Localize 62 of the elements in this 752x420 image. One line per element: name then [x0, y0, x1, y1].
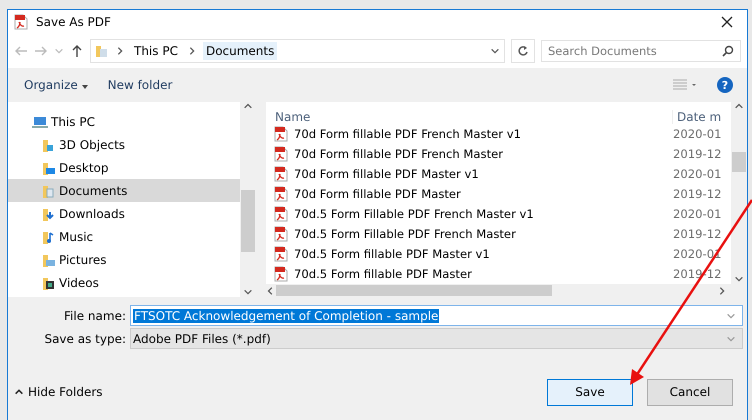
scroll-thumb[interactable] [241, 190, 255, 252]
file-item[interactable]: 70d Form fillable PDF Master [266, 186, 673, 202]
up-button[interactable] [70, 44, 84, 58]
folder-icon [95, 44, 109, 58]
file-item[interactable]: 70d Form fillable PDF Master v1 [266, 166, 673, 182]
refresh-button[interactable] [511, 39, 535, 63]
chevron-up-icon [14, 387, 24, 397]
file-item[interactable]: 70d.5 Form Fillable PDF French Master v1 [266, 206, 673, 222]
breadcrumb-item[interactable]: Documents [202, 42, 278, 60]
column-header[interactable]: Name [266, 110, 672, 124]
folder-tree-item[interactable]: Documents [8, 179, 240, 202]
file-item[interactable]: 70d.5 Form fillable PDF Master v1 [266, 246, 673, 262]
refresh-icon [517, 45, 529, 57]
breadcrumb-item[interactable]: This PC [131, 42, 181, 60]
pdf-file-icon [274, 126, 288, 142]
file-type-dropdown[interactable]: Adobe PDF Files (*.pdf) [130, 328, 743, 349]
hide-folders-button[interactable]: Hide Folders [14, 385, 103, 399]
field-label: File name: [63, 308, 127, 322]
file-item[interactable]: 70d.5 Form fillable PDF Master [266, 266, 673, 282]
pdf-file-icon [274, 166, 288, 182]
folder-tree-item[interactable]: Downloads [8, 202, 240, 225]
scroll-thumb[interactable] [732, 152, 746, 172]
pdf-file-icon [274, 206, 288, 222]
folder-tree-item[interactable]: This PC [8, 110, 240, 133]
scrollbar[interactable] [266, 284, 747, 297]
pdf-file-icon [274, 186, 288, 202]
caret-icon [82, 85, 88, 89]
save-button[interactable]: Save [547, 378, 633, 406]
pdf-file-icon [274, 246, 288, 262]
help-button[interactable]: ? [717, 77, 733, 93]
table-cell-text: 2019-12 [673, 187, 722, 201]
scroll-thumb[interactable] [276, 285, 552, 296]
file-item[interactable]: 70d Form fillable PDF French Master [266, 146, 673, 162]
scroll-right-icon[interactable] [717, 286, 727, 296]
table-cell-text: 2020-01 [673, 127, 722, 141]
table-cell-text: 2020-01 [673, 207, 722, 221]
scroll-down-icon[interactable] [734, 274, 744, 284]
cancel-button[interactable]: Cancel [647, 378, 733, 406]
folder-tree-item[interactable]: 3D Objects [8, 133, 240, 156]
file-item[interactable]: 70d Form fillable PDF French Master v1 [266, 126, 673, 142]
window-title: Save As PDF [36, 15, 112, 29]
file-item[interactable]: 70d.5 Form Fillable PDF French Master [266, 226, 673, 242]
search-icon [722, 45, 734, 57]
pdf-file-icon [14, 14, 28, 30]
pdf-file-icon [274, 226, 288, 242]
scroll-down-icon[interactable] [243, 287, 253, 297]
table-cell-text: 2020-01 [673, 167, 722, 181]
folder-tree-item[interactable]: Desktop [8, 156, 240, 179]
search-field[interactable]: Search Documents [541, 40, 741, 62]
address-bar[interactable]: This PC Documents [90, 39, 505, 63]
folder-tree-item[interactable]: Videos [8, 271, 240, 294]
pdf-file-icon [274, 266, 288, 282]
new-folder-button[interactable]: New folder [108, 76, 172, 94]
field-label: Save as type: [43, 332, 127, 346]
organize-menu[interactable]: Organize [24, 76, 88, 94]
chevron-icon[interactable] [115, 46, 125, 56]
table-cell-text: 2019-12 [673, 227, 722, 241]
pdf-file-icon [274, 146, 288, 162]
folder-tree-item[interactable]: Pictures [8, 248, 240, 271]
file-name-field[interactable]: FTSOTC Acknowledgement of Completion - sample [130, 305, 743, 326]
table-cell-text: 2019-12 [673, 147, 722, 161]
folder-tree-item[interactable]: Music [8, 225, 240, 248]
